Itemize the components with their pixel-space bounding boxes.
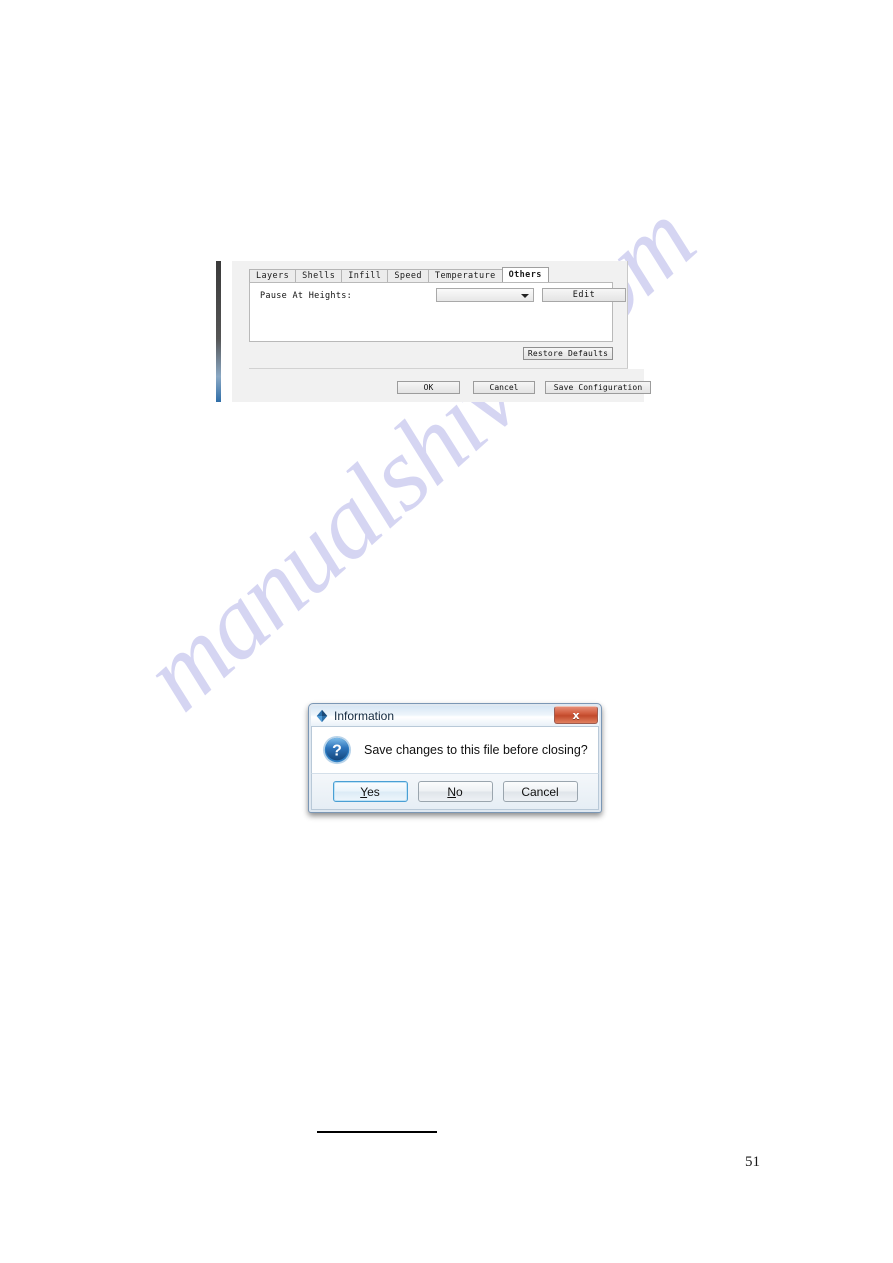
cancel-button[interactable]: Cancel [473,381,535,394]
settings-window-footer: OK Cancel Save Configuration [248,369,651,402]
app-diamond-icon [316,709,328,723]
information-dialog: Information x ? Save changes to this fil… [308,703,602,813]
svg-text:?: ? [332,743,342,760]
settings-tabstrip: Layers Shells Infill Speed Temperature O… [249,267,613,283]
footnote-rule [317,1131,437,1133]
print-settings-window: Layers Shells Infill Speed Temperature O… [216,261,651,402]
others-tab-panel: Pause At Heights: Edit [249,282,626,342]
pause-at-heights-label: Pause At Heights: [260,291,353,301]
dialog-title: Information [334,709,395,723]
tab-speed[interactable]: Speed [387,269,429,283]
tab-shells[interactable]: Shells [295,269,343,283]
yes-button[interactable]: Yes [332,781,408,802]
close-icon[interactable]: x [554,706,598,724]
settings-window-body: Layers Shells Infill Speed Temperature O… [232,261,651,402]
tab-temperature[interactable]: Temperature [427,269,503,283]
page-watermark: manualshive.com [120,182,740,950]
tab-others[interactable]: Others [501,267,549,283]
no-suffix: o [455,784,463,799]
close-glyph: x [572,708,580,722]
dialog-content: ? Save changes to this file before closi… [311,726,599,773]
dialog-titlebar[interactable]: Information x [311,706,599,726]
pause-at-heights-dropdown[interactable] [436,288,534,302]
tab-infill[interactable]: Infill [341,269,389,283]
no-button[interactable]: No [417,781,493,802]
restore-defaults-button[interactable]: Restore Defaults [523,347,613,360]
dialog-message: Save changes to this file before closing… [364,743,588,757]
question-icon: ? [322,735,352,765]
chevron-down-icon [521,294,529,298]
dialog-cancel-button[interactable]: Cancel [502,781,578,802]
ok-button[interactable]: OK [397,381,460,394]
save-configuration-button[interactable]: Save Configuration [545,381,651,394]
window-left-gap [221,261,232,402]
tab-layers[interactable]: Layers [249,269,297,283]
dialog-button-bar: Yes No Cancel [311,773,599,810]
yes-suffix: es [367,784,380,799]
edit-button[interactable]: Edit [542,288,626,302]
page-number: 51 [745,1154,760,1170]
no-accel: N [447,784,456,799]
